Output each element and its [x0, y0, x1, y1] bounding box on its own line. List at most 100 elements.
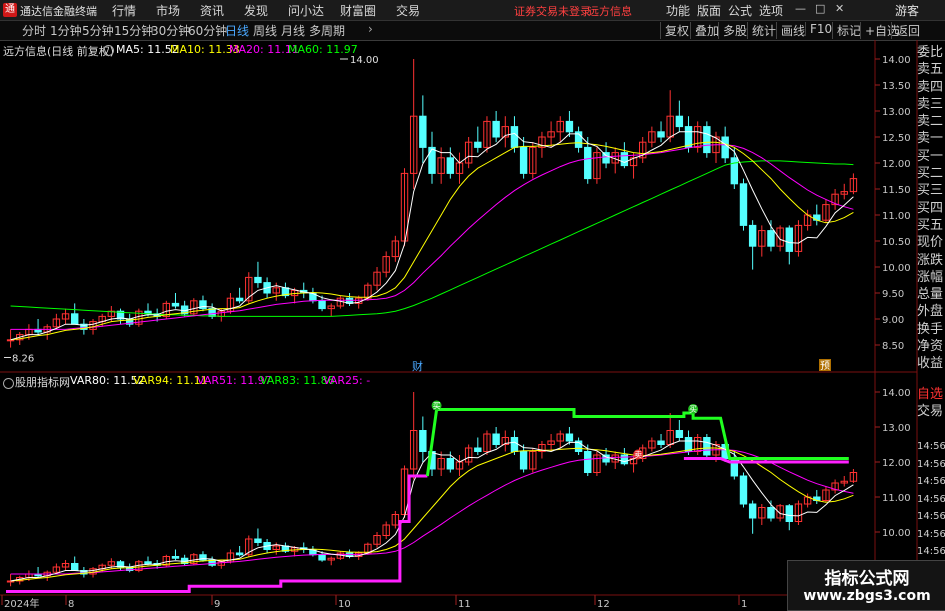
btn-f10[interactable]: F10	[805, 22, 832, 36]
tick-time: 14:56	[917, 528, 945, 540]
minimize-icon[interactable]: —	[795, 2, 806, 15]
sub-ytick-label: 11.00	[882, 493, 911, 504]
candle-body	[584, 451, 592, 473]
signal-text: 买	[433, 402, 441, 411]
candle-body	[254, 276, 262, 284]
candle-body	[675, 115, 684, 128]
tab-daily[interactable]: 日线	[225, 22, 249, 39]
candle-body	[730, 157, 739, 185]
main-ytick-label: 12.00	[882, 159, 911, 170]
candle-body	[767, 230, 775, 247]
quote-label: 总量	[917, 287, 944, 303]
candle-body	[318, 554, 326, 561]
sub-ytick-label: 14.00	[882, 388, 911, 399]
xtick-label: 12	[597, 599, 610, 609]
main-ytick-label: 12.50	[882, 133, 911, 144]
candle-body	[419, 430, 427, 452]
quote-label: 买二	[917, 166, 944, 182]
sub-ytick-label: 12.00	[882, 458, 911, 469]
quote-label: 现价	[917, 235, 944, 251]
tab-1min[interactable]: 1分钟	[50, 22, 82, 39]
candle-body	[235, 552, 244, 556]
tab-60min[interactable]: 60分钟	[188, 22, 227, 39]
menu-gongshi[interactable]: 公式	[728, 2, 752, 19]
main-ytick-label: 10.50	[882, 237, 911, 248]
candle-body	[492, 433, 500, 445]
menu-xuanxiang[interactable]: 选项	[759, 2, 783, 19]
main-ytick-label: 13.50	[882, 81, 911, 92]
btn-back[interactable]: 返回	[891, 22, 920, 39]
quote-label: 换手	[917, 321, 944, 337]
tab-multiperiod[interactable]: 多周期	[309, 22, 345, 39]
tab-30min[interactable]: 30分钟	[151, 22, 190, 39]
signal-text: 卖	[634, 451, 642, 460]
low-price-label: 8.26	[12, 353, 34, 364]
quote-tabs: 自选 交易	[917, 386, 943, 420]
menu-shichang[interactable]: 市场	[156, 2, 180, 19]
menu-jiaoyi[interactable]: 交易	[396, 2, 420, 19]
menu-faxian[interactable]: 发现	[244, 2, 268, 19]
xtick-label: 11	[458, 599, 471, 609]
login-status[interactable]: 证券交易未登录	[514, 3, 591, 19]
close-icon[interactable]: ✕	[835, 2, 844, 15]
btn-fuquan[interactable]: 复权	[660, 22, 689, 39]
candle-body	[739, 475, 748, 505]
candle-body	[144, 561, 152, 564]
quote-label: 净资	[917, 339, 944, 355]
candle-body	[703, 126, 711, 154]
maximize-icon[interactable]: □	[815, 2, 825, 15]
tab-5min[interactable]: 5分钟	[82, 22, 114, 39]
candle-body	[419, 115, 427, 148]
candle-body	[428, 146, 436, 174]
btn-duogu[interactable]: 多股	[718, 22, 747, 39]
quote-label: 买四	[917, 200, 944, 216]
kline-chart[interactable]: 14.00 8.26 财 预 买卖 买 14.00 13.50 13.00 12.50 12.0…	[0, 40, 945, 609]
menu-gongneng[interactable]: 功能	[666, 2, 690, 19]
candle-body	[519, 146, 528, 174]
menu-caifuquan[interactable]: 财富圈	[340, 2, 376, 19]
sub-ytick-label: 10.00	[882, 528, 911, 539]
candle-body	[171, 556, 180, 559]
candle-body	[446, 157, 455, 174]
signal-text: 买	[689, 405, 697, 414]
menu-zixun[interactable]: 资讯	[200, 2, 224, 19]
candle-body	[739, 183, 748, 226]
tab-fenshi[interactable]: 分时	[22, 22, 46, 39]
candle-body	[767, 507, 775, 519]
candle-body	[474, 141, 482, 148]
candle-body	[703, 437, 711, 456]
tab-15min[interactable]: 15分钟	[114, 22, 153, 39]
tab-zixuan[interactable]: 自选	[917, 386, 943, 403]
watermark: 指标公式网 www.zbgs3.com	[787, 560, 945, 611]
candle-body	[565, 433, 574, 442]
candle-body	[318, 300, 326, 310]
main-ytick-label: 14.00	[882, 55, 911, 66]
guest-label[interactable]: 游客	[895, 2, 919, 19]
candle-body	[254, 538, 262, 543]
btn-huaxian[interactable]: 画线	[776, 22, 805, 39]
xtick-label: 8	[68, 599, 74, 609]
candle-body	[446, 458, 455, 470]
menu-hangqing[interactable]: 行情	[112, 2, 136, 19]
btn-tongji[interactable]: 统计	[747, 22, 776, 39]
btn-biaoji[interactable]: 标记	[832, 22, 861, 39]
quote-panel: 委比 卖五 卖四 卖三 卖二 卖一 买一 买二 买三 买四 买五 现价 涨跌 涨幅 总量 外盘 换手 净资 收益	[917, 44, 945, 373]
tab-weekly[interactable]: 周线	[253, 22, 277, 39]
app-logo-icon: 通	[3, 3, 17, 17]
tab-jiaoyi[interactable]: 交易	[917, 403, 943, 420]
news-status[interactable]: 远方信息	[588, 3, 632, 19]
btn-diejia[interactable]: 叠加	[690, 22, 719, 39]
xtick-label: 2024年	[4, 597, 39, 609]
event-label-yu: 预	[820, 360, 830, 372]
high-price-label: 14.00	[350, 55, 379, 66]
tick-time: 14:56	[917, 458, 945, 470]
more-periods-icon[interactable]: ›	[368, 22, 373, 36]
candle-body	[785, 505, 793, 522]
candle-body	[235, 297, 244, 302]
menu-banmian[interactable]: 版面	[697, 2, 721, 19]
main-ytick-label: 9.00	[882, 315, 904, 326]
menu-wenxiaoda[interactable]: 问小达	[288, 2, 324, 19]
main-ytick-label: 11.00	[882, 211, 911, 222]
quote-label: 买五	[917, 217, 944, 233]
tab-monthly[interactable]: 月线	[281, 22, 305, 39]
